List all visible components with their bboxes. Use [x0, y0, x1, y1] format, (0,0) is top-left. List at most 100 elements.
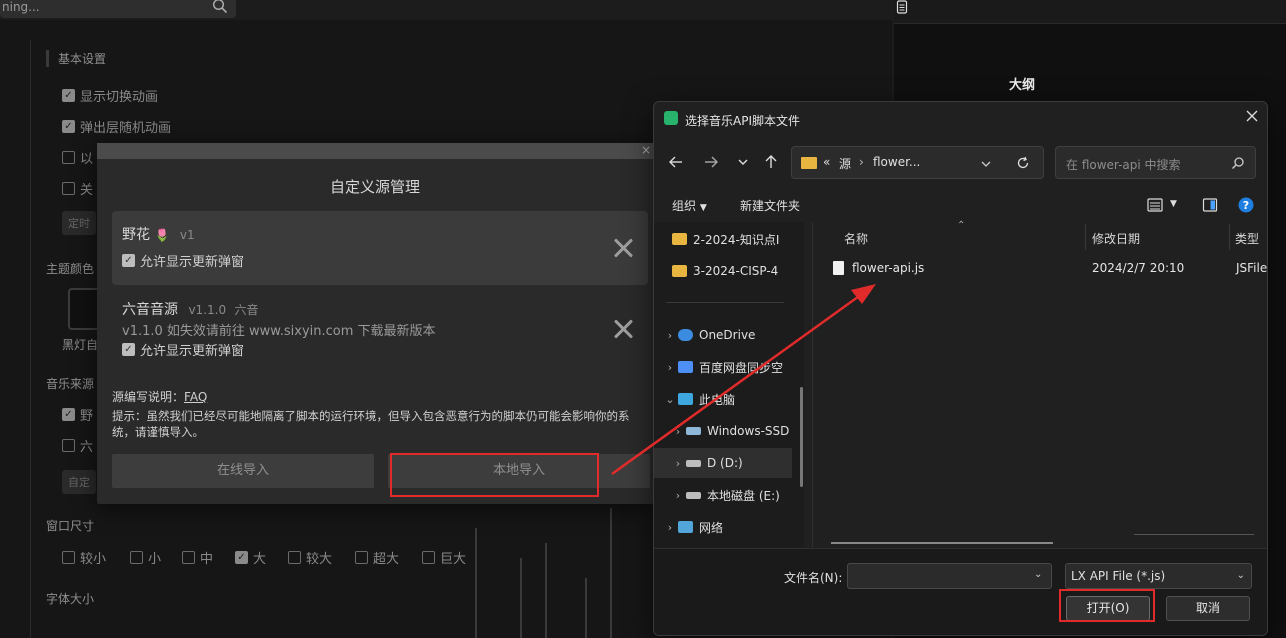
setting-check-4[interactable]: 关 [62, 179, 93, 198]
column-header-date[interactable]: 修改日期 [1092, 230, 1140, 247]
source-item-sixyin[interactable]: 六音音源 v1.1.0 六音 v1.1.0 如失效请前往 www.sixyin.… [112, 289, 648, 365]
forward-arrow-icon[interactable] [701, 154, 721, 170]
caret-down-icon[interactable]: ▼ [1170, 199, 1177, 209]
nav-label: D (D:) [707, 456, 743, 470]
search-icon[interactable] [1231, 156, 1245, 170]
network-icon [678, 521, 693, 533]
remove-source-icon[interactable] [612, 318, 634, 340]
allow-update-popup-checkbox[interactable]: ✓ 允许显示更新弹窗 [122, 340, 244, 359]
up-arrow-icon[interactable] [761, 154, 781, 170]
nav-item-folder[interactable]: 3-2024-CISP-4 [654, 256, 792, 286]
chevron-right-icon[interactable]: › [662, 521, 678, 534]
folder-search-input[interactable]: 在 flower-api 中搜索 [1055, 146, 1256, 179]
window-size-option[interactable]: 较大 [288, 548, 332, 567]
address-bar[interactable]: « 源 › flower... [791, 146, 1044, 179]
file-list: ⌃ 名称 修改日期 类型 flower-api.js 2024/2/7 20:1… [814, 220, 1267, 547]
source-item-flower[interactable]: 野花 🌷 v1 ✓ 允许显示更新弹窗 [112, 211, 648, 285]
online-import-button[interactable]: 在线导入 [112, 454, 374, 488]
radio-empty-icon [130, 551, 143, 564]
pane-splitter[interactable] [812, 222, 813, 547]
filetype-select[interactable]: LX API File (*.js) ⌄ [1065, 563, 1252, 589]
setting-label: 关 [80, 183, 94, 198]
window-size-option[interactable]: 小 [130, 548, 161, 567]
dialog-top-strip [97, 143, 653, 159]
new-folder-button[interactable]: 新建文件夹 [740, 197, 800, 214]
window-size-option[interactable]: 中 [182, 548, 213, 567]
breadcrumb-item[interactable]: 源 [839, 155, 851, 172]
open-button[interactable]: 打开(O) [1066, 596, 1150, 621]
file-date: 2024/2/7 20:10 [1092, 261, 1185, 275]
nav-item-baidu[interactable]: › 百度网盘同步空 [654, 352, 792, 382]
source-version: v1.1.0 [188, 303, 227, 317]
background-search-box[interactable]: ning... [0, 0, 236, 18]
background-search-text: ning... [2, 0, 40, 14]
right-pane-topbar [894, 0, 1286, 24]
nav-item-network[interactable]: › 网络 [654, 512, 792, 542]
nav-item-drive-e[interactable]: › 本地磁盘 (E:) [654, 480, 792, 510]
computer-icon [678, 393, 693, 405]
setting-check-popup-anim[interactable]: ✓ 弹出层随机动画 [62, 117, 171, 136]
help-icon[interactable]: ? [1238, 197, 1254, 213]
folder-icon [801, 157, 817, 169]
custom-source-pill[interactable]: 自定 [62, 470, 96, 494]
setting-check-3[interactable]: 以 [62, 148, 93, 167]
view-options-icon[interactable] [1147, 197, 1163, 213]
search-placeholder: 在 flower-api 中搜索 [1066, 158, 1181, 172]
chevron-right-icon[interactable]: › [670, 457, 686, 470]
app-logo-icon [664, 111, 678, 125]
chevron-right-icon[interactable]: › [662, 361, 678, 374]
refresh-icon[interactable] [1016, 156, 1030, 170]
chevron-right-icon[interactable]: › [670, 489, 686, 502]
faq-link[interactable]: FAQ [184, 390, 207, 404]
close-icon[interactable] [1245, 109, 1259, 123]
window-size-option[interactable]: 超大 [355, 548, 399, 567]
breadcrumb-item[interactable]: flower... [873, 155, 920, 169]
timer-pill[interactable]: 定时 [62, 211, 96, 235]
tulip-icon: 🌷 [154, 228, 170, 242]
nav-item-onedrive[interactable]: › OneDrive [654, 320, 792, 350]
chevron-down-icon[interactable]: ⌄ [662, 393, 678, 406]
nav-item-drive-d[interactable]: › D (D:) [654, 448, 792, 478]
chevron-down-icon[interactable] [980, 158, 992, 170]
search-icon [212, 0, 228, 14]
breadcrumb-overflow[interactable]: « [823, 155, 830, 169]
dialog-footer: 文件名(N): ⌄ LX API File (*.js) ⌄ 打开(O) 取消 [654, 548, 1267, 635]
back-arrow-icon[interactable] [666, 154, 686, 170]
nav-item-this-pc[interactable]: ⌄ 此电脑 [654, 384, 792, 414]
nav-scrollbar[interactable] [800, 387, 803, 487]
setting-label: 以 [80, 152, 94, 167]
chevron-right-icon[interactable]: › [670, 425, 686, 438]
remove-source-icon[interactable] [612, 237, 634, 259]
organize-button[interactable]: 组织 ▼ [672, 197, 707, 214]
chevron-down-icon[interactable] [733, 155, 753, 169]
radio-empty-icon [288, 551, 301, 564]
filename-input[interactable] [847, 563, 1052, 589]
preview-pane-icon[interactable] [1202, 197, 1218, 213]
column-separator[interactable] [1085, 224, 1086, 250]
allow-update-popup-checkbox[interactable]: ✓ 允许显示更新弹窗 [122, 251, 244, 270]
window-size-option[interactable]: ✓ 大 [235, 548, 266, 567]
document-icon[interactable] [896, 0, 908, 14]
source-check-2[interactable]: 六 [62, 436, 93, 455]
section-theme-color: 主题颜色 [46, 262, 95, 276]
file-row[interactable]: flower-api.js 2024/2/7 20:10 JSFile [824, 256, 1267, 282]
cancel-button[interactable]: 取消 [1166, 596, 1250, 621]
navigation-bar: « 源 › flower... 在 flower-api 中搜索 [654, 142, 1267, 182]
nav-item-drive-c[interactable]: › Windows-SSD [654, 416, 792, 446]
local-import-button[interactable]: 本地导入 [388, 454, 650, 488]
allow-update-label: 允许显示更新弹窗 [140, 255, 245, 270]
chevron-right-icon[interactable]: › [662, 329, 678, 342]
column-header-type[interactable]: 类型 [1235, 230, 1259, 247]
setting-label: 小 [148, 552, 162, 567]
setting-check-switch-anim[interactable]: ✓ 显示切换动画 [62, 86, 158, 105]
close-icon[interactable]: × [641, 143, 651, 157]
column-header-name[interactable]: 名称 [844, 230, 868, 247]
horizontal-scrollbar[interactable] [831, 542, 1053, 544]
decorative-tree [520, 558, 522, 638]
nav-item-folder[interactable]: 2-2024-知识点I [654, 224, 792, 254]
column-separator[interactable] [1229, 224, 1230, 250]
chevron-down-icon[interactable]: ⌄ [1034, 569, 1042, 580]
source-check-1[interactable]: ✓ 野 [62, 405, 93, 424]
window-size-option[interactable]: 较小 [62, 548, 106, 567]
window-size-option[interactable]: 巨大 [422, 548, 466, 567]
